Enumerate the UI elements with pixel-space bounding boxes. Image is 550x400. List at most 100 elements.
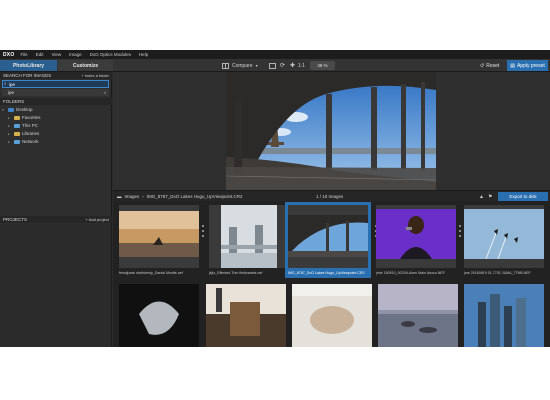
compare-label: Compare [232, 62, 253, 69]
computer-icon [14, 123, 20, 128]
search-result-item[interactable]: ipe 4 [2, 89, 109, 96]
menu-edit[interactable]: Edit [36, 52, 44, 57]
filter-icon[interactable]: ⚑ [488, 194, 492, 200]
thumbnail-item[interactable] [116, 281, 202, 347]
tree-item-this-pc[interactable]: ▸ This PC [8, 122, 38, 129]
folder-icon: ▬ [117, 194, 122, 199]
thumbnail-caption: jme 20160819 01.7792 JUMA_77NB.NEF [464, 270, 531, 275]
thumbnail-item[interactable]: jme 20160819 01.7792 JUMA_77NB.NEF [461, 202, 547, 278]
reset-icon: ↺ [480, 62, 485, 69]
left-panel: SEARCH FOR IMAGES + index a folder ⌕ ipe… [0, 72, 112, 347]
thumbnail-item[interactable] [203, 281, 289, 347]
thumbnail-item[interactable] [461, 281, 547, 347]
star-icon [14, 115, 20, 120]
caret-right-icon: ▸ [8, 115, 10, 120]
menu-image[interactable]: Image [69, 52, 82, 57]
zoom-select[interactable]: 38 % [310, 61, 335, 70]
folders-section-title: FOLDERS [3, 99, 25, 104]
caret-right-icon: ▸ [8, 123, 10, 128]
toolbar: PhotoLibrary Customize Compare ▾ ⟳ ✚ 1:1… [0, 59, 550, 72]
thumbnail-image [119, 284, 199, 347]
bridge-photo-image [226, 72, 436, 190]
folders-section-header: FOLDERS [0, 98, 112, 105]
breadcrumb-root[interactable]: Images [125, 194, 140, 199]
tree-label: Network [22, 139, 39, 144]
caret-right-icon: ▸ [8, 139, 10, 144]
caret-down-icon: ▾ [2, 107, 4, 112]
drag-handle[interactable] [202, 225, 204, 237]
thumbnail-image [206, 284, 286, 347]
projects-list [0, 224, 111, 347]
thumbnail-image [378, 284, 458, 347]
chevron-down-icon: ▾ [255, 63, 258, 68]
thumbnail-image [464, 284, 544, 347]
thumbnail-caption: fenwijzwic stethdenty_Danial Montts.nef [119, 270, 183, 275]
tree-label: Favorites [22, 115, 41, 120]
thumbnail-item[interactable] [289, 281, 375, 347]
breadcrumb-file: IMG_8787_DxO Lakes Hugo_UpViewpoint.CR2 [146, 194, 243, 199]
search-section-title: SEARCH FOR IMAGES [3, 73, 52, 78]
thumbnail-image [464, 205, 544, 268]
tree-label: Desktop [16, 107, 33, 112]
tree-label: Libraries [22, 131, 40, 136]
tree-label: This PC [22, 123, 39, 128]
thumbnail-item[interactable] [375, 281, 461, 347]
image-viewer [113, 72, 550, 190]
search-icon: ⌕ [4, 81, 7, 86]
projects-section-header: PROJECTS + Add project [0, 216, 112, 223]
tree-item-libraries[interactable]: ▸ Libraries [8, 130, 39, 137]
add-project-button[interactable]: + Add project [86, 217, 109, 222]
reset-label: Reset [486, 62, 500, 69]
breadcrumb-separator: › [142, 194, 144, 199]
caret-right-icon: ▸ [8, 131, 10, 136]
thumbnail-caption: jmie 150910_002IVLAxen Main Anocs.NEF [376, 270, 445, 275]
preset-icon: ▤ [510, 62, 515, 69]
reset-button[interactable]: ↺ Reset [480, 61, 499, 70]
main-photo[interactable] [226, 72, 436, 190]
menu-view[interactable]: View [51, 52, 61, 57]
tab-customize[interactable]: Customize [58, 60, 113, 71]
menu-optics-modules[interactable]: DxO Optics Modules [90, 52, 131, 57]
zoom-icon[interactable]: ✚ [288, 61, 297, 70]
export-to-disk-button[interactable]: Export to disk [498, 192, 548, 201]
search-input-value: ipe [9, 81, 16, 87]
zoom-ratio[interactable]: 1:1 [298, 61, 305, 70]
app-logo: DXO [3, 51, 15, 58]
fit-screen-icon[interactable] [268, 61, 277, 70]
compare-icon [222, 62, 229, 69]
thumbnail-item-selected[interactable]: IMG_8787_DxO Lakes Hugo_UpViewpoint.CR2 [285, 202, 371, 278]
index-folder-link[interactable]: + index a folder [82, 73, 109, 78]
desktop-icon [8, 107, 14, 112]
apply-preset-button[interactable]: ▤ Apply preset [507, 60, 548, 71]
thumbnail-caption: jkjlo_Effected.Trim fieldvavets.nef [209, 270, 263, 275]
thumbnail-image [292, 284, 372, 347]
tree-item-favorites[interactable]: ▸ Favorites [8, 114, 41, 121]
projects-section-title: PROJECTS [3, 217, 28, 222]
dxo-photolab-window: DXO File Edit View Image DxO Optics Modu… [0, 50, 550, 347]
apply-preset-label: Apply preset [516, 62, 545, 69]
tree-item-desktop[interactable]: ▾ Desktop [2, 106, 33, 113]
thumbnail-caption: IMG_8787_DxO Lakes Hugo_UpViewpoint.CR2 [288, 270, 365, 275]
search-result-count: 4 [103, 90, 106, 95]
thumbnail-item[interactable]: jkjlo_Effected.Trim fieldvavets.nef [206, 202, 292, 278]
thumbnail-grid: fenwijzwic stethdenty_Danial Montts.nef … [113, 201, 550, 347]
thumbnail-image [119, 205, 199, 268]
search-input[interactable]: ⌕ ipe [2, 80, 109, 88]
menu-help[interactable]: Help [139, 52, 148, 57]
search-section-header: SEARCH FOR IMAGES + index a folder [0, 72, 112, 79]
thumbnail-item[interactable]: jmie 150910_002IVLAxen Main Anocs.NEF [373, 202, 459, 278]
network-icon [14, 139, 20, 144]
library-icon [14, 131, 20, 136]
thumbnail-item[interactable]: fenwijzwic stethdenty_Danial Montts.nef [116, 202, 202, 278]
image-browser-bar: ▬ Images › IMG_8787_DxO Lakes Hugo_UpVie… [113, 190, 550, 201]
thumbnail-image [376, 205, 456, 268]
thumbnail-image [288, 205, 368, 268]
compare-button[interactable]: Compare ▾ [222, 61, 258, 70]
menu-file[interactable]: File [20, 52, 27, 57]
menu-bar: DXO File Edit View Image DxO Optics Modu… [0, 50, 550, 59]
rotate-icon[interactable]: ⟳ [278, 61, 287, 70]
tab-photolibrary[interactable]: PhotoLibrary [0, 60, 57, 71]
search-result-label: ipe [8, 90, 15, 95]
sort-icon[interactable]: ▲ [479, 194, 484, 200]
tree-item-network[interactable]: ▸ Network [8, 138, 39, 145]
